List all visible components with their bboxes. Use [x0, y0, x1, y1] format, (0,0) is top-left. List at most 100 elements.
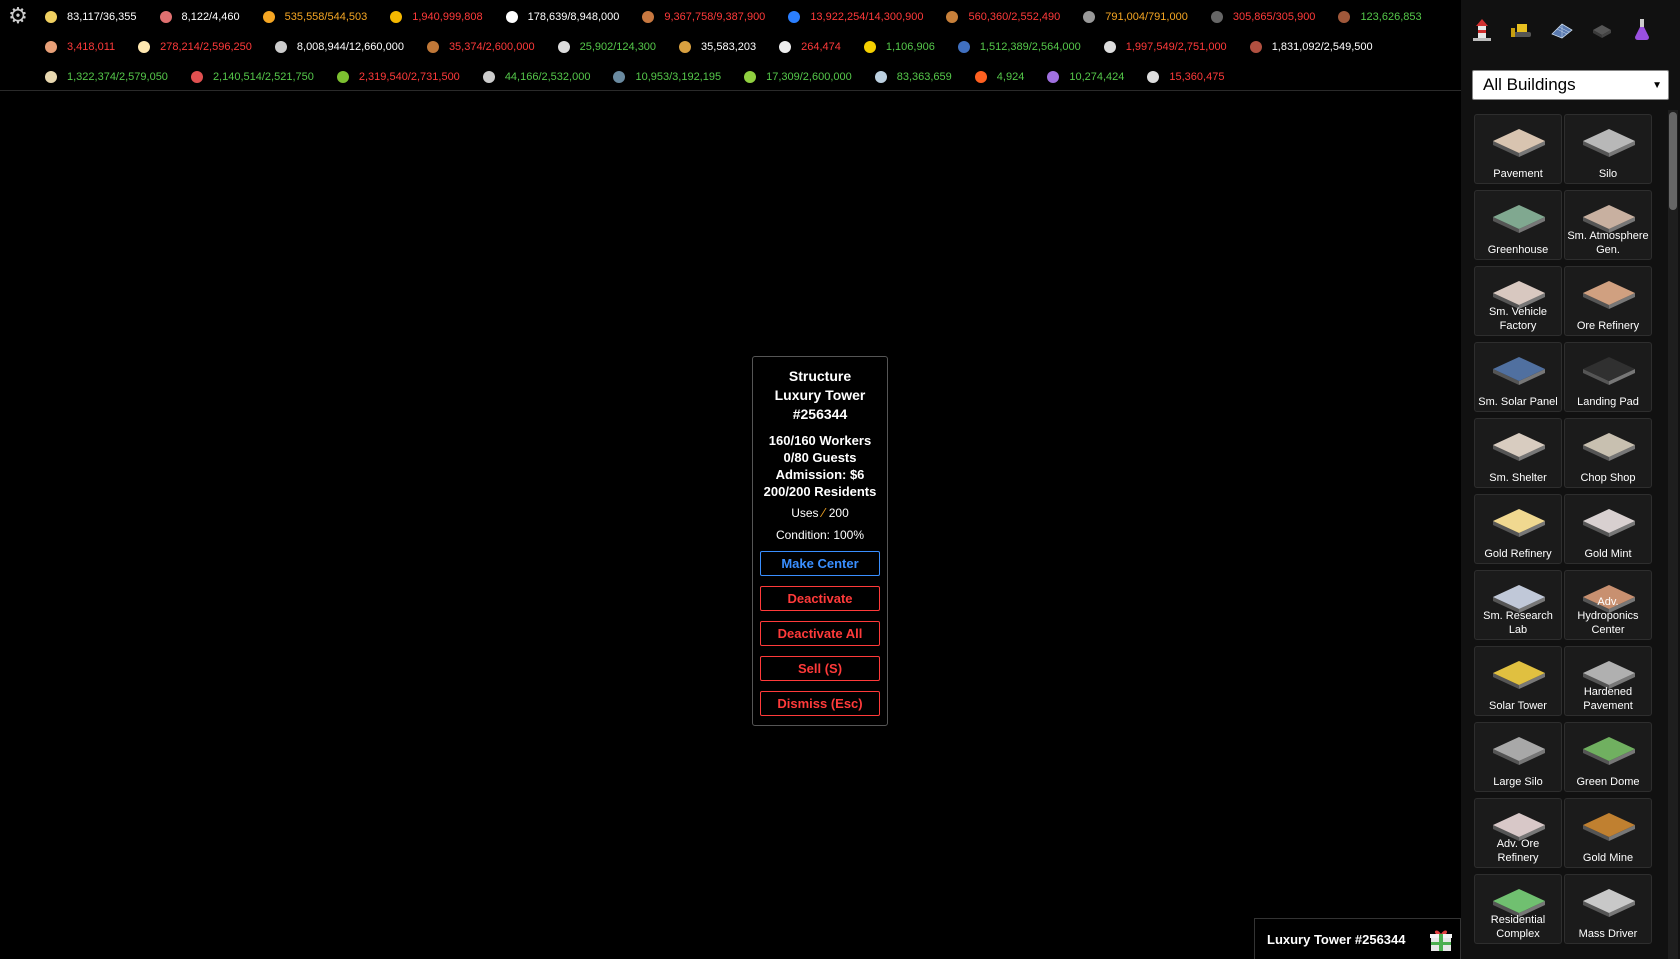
deactivate-all-button[interactable]: Deactivate All [760, 621, 880, 646]
resource-value: 3,418,011 [67, 41, 116, 53]
building-filter-select[interactable]: All Buildings ▼ [1472, 70, 1669, 100]
resource-item: 278,214/2,596,250 [138, 41, 252, 53]
resource-item: 2,140,514/2,521,750 [190, 71, 314, 83]
building-tile[interactable]: Sm. Atmosphere Gen. [1564, 190, 1652, 260]
flask-icon[interactable] [1627, 14, 1657, 44]
resource-value: 35,583,203 [701, 41, 757, 53]
solar-panel-icon[interactable] [1547, 14, 1577, 44]
selected-structure-toast[interactable]: Luxury Tower #256344 [1254, 918, 1461, 959]
building-label: Chop Shop [1580, 472, 1636, 484]
make-center-button[interactable]: Make Center [760, 551, 880, 576]
cloud-icon [874, 71, 887, 83]
building-label: Pavement [1493, 168, 1543, 180]
building-tile[interactable]: Gold Refinery [1474, 494, 1562, 564]
residents-count: 200/200 Residents [763, 484, 877, 499]
building-tile[interactable]: Large Silo [1474, 722, 1562, 792]
building-tile[interactable]: Silo [1564, 114, 1652, 184]
resource-row-3: 1,322,374/2,579,050 2,140,514/2,521,750 2,… [45, 66, 1247, 88]
resource-value: 44,166/2,532,000 [504, 71, 591, 83]
pipe-icon [274, 41, 287, 53]
meat-icon [1338, 11, 1351, 23]
sidebar-scrollbar[interactable] [1668, 110, 1678, 959]
uses-label: Uses [791, 505, 819, 520]
gem-icon [613, 71, 626, 83]
resource-value: 1,512,389/2,564,000 [979, 41, 1081, 53]
gear-icon[interactable]: ⚙ [8, 5, 28, 27]
resource-value: 278,214/2,596,250 [160, 41, 252, 53]
resource-item: 2,319,540/2,731,500 [336, 71, 460, 83]
regolith-icon [505, 11, 518, 23]
building-tile[interactable]: Residential Complex [1474, 874, 1562, 944]
building-tile[interactable]: Greenhouse [1474, 190, 1562, 260]
resource-value: 17,309/2,600,000 [766, 71, 852, 83]
rock-icon [1210, 11, 1223, 23]
building-tile[interactable]: Hardened Pavement [1564, 646, 1652, 716]
dismiss-button[interactable]: Dismiss (Esc) [760, 691, 880, 716]
resource-item: 15,360,475 [1147, 71, 1224, 83]
building-tile[interactable]: Sm. Solar Panel [1474, 342, 1562, 412]
building-tile[interactable]: Adv. Hydroponics Center [1564, 570, 1652, 640]
building-thumbnail-icon [1583, 433, 1635, 461]
resource-value: 535,558/544,503 [284, 11, 368, 23]
building-tile[interactable]: Mass Driver [1564, 874, 1652, 944]
resource-value: 8,122/4,460 [181, 11, 240, 23]
building-label: Sm. Atmosphere Gen. [1567, 230, 1649, 256]
scrollbar-thumb[interactable] [1669, 112, 1677, 210]
resource-item: 25,902/124,300 [557, 41, 656, 53]
circuit-icon [336, 71, 349, 83]
potion-icon [1047, 71, 1060, 83]
resource-value: 178,639/8,948,000 [527, 11, 620, 23]
bottle-icon [946, 11, 959, 23]
building-tile[interactable]: Adv. Ore Refinery [1474, 798, 1562, 868]
building-tile[interactable]: Gold Mine [1564, 798, 1652, 868]
resource-item: 1,831,092/2,549,500 [1249, 41, 1373, 53]
resource-value: 560,360/2,552,490 [968, 11, 1061, 23]
lighthouse-icon[interactable] [1467, 14, 1497, 44]
fire-icon [974, 71, 987, 83]
resource-value: 264,474 [801, 41, 841, 53]
bank-icon [1147, 71, 1160, 83]
building-label: Greenhouse [1487, 244, 1549, 256]
admission-price: Admission: $6 [775, 467, 865, 482]
gift-icon[interactable] [1428, 927, 1454, 953]
resource-value: 2,140,514/2,521,750 [212, 71, 314, 83]
resource-item: 1,512,389/2,564,000 [957, 41, 1081, 53]
building-tile[interactable]: Gold Mint [1564, 494, 1652, 564]
resource-value: 1,831,092/2,549,500 [1271, 41, 1373, 53]
building-thumbnail-icon [1493, 129, 1545, 157]
popup-title-name: Luxury Tower [774, 387, 866, 403]
popup-title-type: Structure [788, 368, 852, 384]
building-tile[interactable]: Solar Tower [1474, 646, 1562, 716]
ore-icon[interactable] [1587, 14, 1617, 44]
bulldozer-icon[interactable] [1507, 14, 1537, 44]
resource-item: 3,418,011 [45, 41, 115, 53]
building-tile[interactable]: Landing Pad [1564, 342, 1652, 412]
rainbow-icon [190, 71, 203, 83]
building-tile[interactable]: Ore Refinery [1564, 266, 1652, 336]
deactivate-button[interactable]: Deactivate [760, 586, 880, 611]
building-label: Sm. Vehicle Factory [1488, 306, 1548, 332]
cloud-icon [1103, 41, 1116, 53]
chalk-icon [779, 41, 792, 53]
fuel-icon: ⁄ [822, 505, 825, 520]
building-tile[interactable]: Green Dome [1564, 722, 1652, 792]
building-label: Landing Pad [1577, 396, 1639, 408]
building-label: Gold Mine [1582, 852, 1634, 864]
resource-item: 17,309/2,600,000 [744, 71, 852, 83]
book-icon [957, 41, 970, 53]
uses-value: 200 [828, 505, 849, 520]
building-tile[interactable]: Pavement [1474, 114, 1562, 184]
resource-value: 83,117/36,355 [67, 11, 137, 23]
resource-value: 9,367,758/9,387,900 [664, 11, 766, 23]
resource-item: 10,274,424 [1047, 71, 1124, 83]
building-tile[interactable]: Sm. Research Lab [1474, 570, 1562, 640]
building-tile[interactable]: Chop Shop [1564, 418, 1652, 488]
building-thumbnail-icon [1583, 281, 1635, 309]
sell-button[interactable]: Sell (S) [760, 656, 880, 681]
lightbulb-icon [45, 11, 57, 23]
building-tile[interactable]: Sm. Vehicle Factory [1474, 266, 1562, 336]
building-label: Adv. Ore Refinery [1496, 838, 1540, 864]
building-tile[interactable]: Sm. Shelter [1474, 418, 1562, 488]
building-thumbnail-icon [1493, 205, 1545, 233]
fuel-icon [262, 11, 275, 23]
